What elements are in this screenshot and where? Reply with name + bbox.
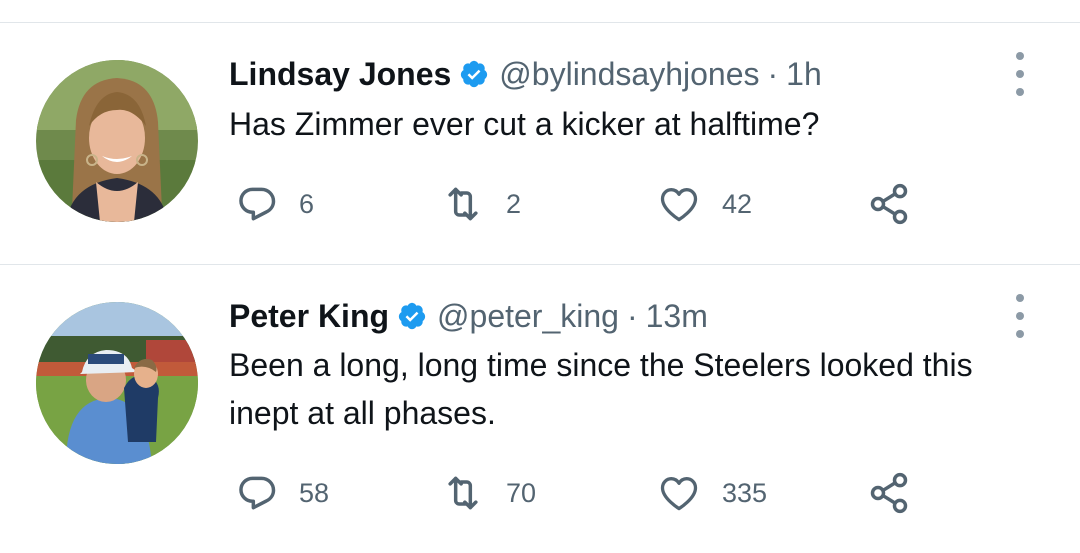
tweet-text: Has Zimmer ever cut a kicker at halftime… [229,106,820,142]
retweet-button[interactable]: 2 [440,182,521,226]
like-button[interactable]: 335 [656,471,767,515]
like-button[interactable]: 42 [656,182,752,226]
tweet[interactable]: Peter King @peter_king · 13m Been a long… [0,265,1080,553]
reply-icon [235,182,279,226]
share-icon [866,182,912,226]
retweet-count: 2 [506,188,522,219]
retweet-icon [440,182,486,226]
reply-button[interactable]: 6 [235,182,314,226]
heart-icon [656,471,702,515]
share-button[interactable] [866,182,912,226]
share-button[interactable] [866,471,912,515]
retweet-count: 70 [506,477,537,508]
reply-count: 58 [299,477,330,508]
author-handle[interactable]: @bylindsayhjones [499,54,759,94]
timestamp[interactable]: 13m [646,296,708,336]
tweet[interactable]: Lindsay Jones @bylindsayhjones · 1h Has … [0,0,1080,264]
share-icon [866,471,912,515]
separator: · [767,56,779,92]
heart-icon [656,182,702,226]
avatar[interactable] [36,60,198,222]
like-count: 335 [722,477,768,508]
more-options-icon[interactable] [1010,52,1030,96]
reply-button[interactable]: 58 [235,471,329,515]
tweet-header: Peter King @peter_king · 13m [229,296,708,336]
avatar[interactable] [36,302,198,464]
author-name[interactable]: Lindsay Jones [229,54,451,94]
tweet-text: Been a long, long time since the Steeler… [229,347,973,431]
retweet-icon [440,471,486,515]
verified-badge-icon [459,59,489,89]
retweet-button[interactable]: 70 [440,471,536,515]
verified-badge-icon [397,301,427,331]
tweet-header: Lindsay Jones @bylindsayhjones · 1h [229,54,822,94]
reply-count: 6 [299,188,315,219]
more-options-icon[interactable] [1010,294,1030,338]
like-count: 42 [722,188,753,219]
reply-icon [235,471,279,515]
separator: · [626,298,638,334]
author-handle[interactable]: @peter_king [437,296,619,336]
author-name[interactable]: Peter King [229,296,389,336]
timestamp[interactable]: 1h [786,54,822,94]
